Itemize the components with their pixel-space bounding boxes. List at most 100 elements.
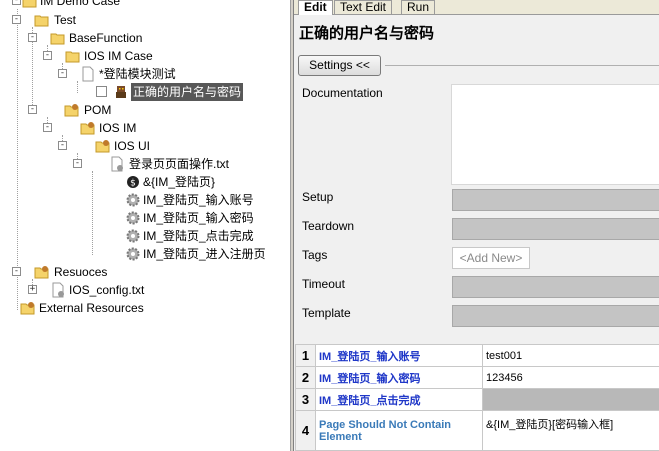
collapse-toggle[interactable]: -	[28, 105, 37, 114]
collapse-toggle[interactable]: -	[12, 15, 21, 24]
argument-cell[interactable]	[482, 388, 659, 411]
tree-item-label: IOS_config.txt	[69, 283, 145, 297]
tree-item-external-resources[interactable]: External Resources	[0, 299, 280, 317]
folder-gear-icon	[95, 140, 110, 153]
setup-field[interactable]	[452, 189, 659, 211]
gear-icon	[126, 229, 140, 243]
table-row: 1 IM_登陆页_输入账号 test001	[295, 344, 659, 367]
argument-cell[interactable]: &{IM_登陆页}[密码输入框]	[482, 410, 659, 451]
tree-item-keyword[interactable]: IM_登陆页_输入账号	[0, 191, 280, 209]
tree-item-label: IOS IM	[99, 121, 137, 135]
teardown-field[interactable]	[452, 218, 659, 240]
add-tag-button[interactable]: <Add New>	[452, 247, 530, 269]
tree-item-label: External Resources	[39, 301, 144, 315]
documentation-label: Documentation	[302, 86, 383, 100]
collapse-toggle[interactable]: -	[43, 51, 52, 60]
tree-item-keyword[interactable]: IM_登陆页_输入密码	[0, 209, 280, 227]
row-number[interactable]: 4	[295, 410, 316, 451]
template-label: Template	[302, 306, 351, 320]
tree-item-label: IM_登陆页_点击完成	[143, 229, 254, 243]
tree-item-login-page-ops[interactable]: - 登录页页面操作.txt	[0, 155, 280, 173]
tree-item-im-demo-case[interactable]: - IM Demo Case	[0, 0, 280, 10]
tree-item-correct-username-password[interactable]: 正确的用户名与密码	[0, 83, 280, 101]
tree-item-label: POM	[84, 103, 112, 117]
tags-label: Tags	[302, 248, 328, 262]
teardown-label: Teardown	[302, 219, 355, 233]
tree-item-label: 登录页页面操作.txt	[129, 157, 230, 171]
keyword-cell[interactable]: IM_登陆页_输入密码	[315, 366, 483, 389]
tree-item-label: &{IM_登陆页}	[143, 175, 216, 189]
template-field[interactable]	[452, 305, 659, 327]
keyword-cell[interactable]: IM_登陆页_输入账号	[315, 344, 483, 367]
row-number[interactable]: 2	[295, 366, 316, 389]
tree-item-login-module-test[interactable]: - *登陆模块测试	[0, 65, 280, 83]
tree-item-ios-config[interactable]: + IOS_config.txt	[0, 281, 280, 299]
tree-item-label: 正确的用户名与密码	[131, 83, 244, 101]
page-title: 正确的用户名与密码	[299, 25, 435, 42]
tree-item-label: Resuoces	[54, 265, 108, 279]
project-tree[interactable]: - IM Demo Case - Test - BaseFunction - I…	[0, 0, 290, 451]
editor-panel: Edit Text Edit Run 正确的用户名与密码 Settings <<…	[293, 0, 659, 451]
tree-item-label: BaseFunction	[69, 31, 143, 45]
settings-toggle-button[interactable]: Settings <<	[298, 55, 381, 76]
folder-gear-icon	[64, 104, 79, 117]
table-row: 4 Page Should Not Contain Element &{IM_登…	[295, 410, 659, 451]
collapse-toggle[interactable]: -	[73, 159, 82, 168]
keyword-cell[interactable]: IM_登陆页_点击完成	[315, 388, 483, 411]
divider	[385, 65, 659, 66]
tree-item-test[interactable]: - Test	[0, 11, 280, 29]
argument-cell[interactable]: test001	[482, 344, 659, 367]
resource-file-icon	[111, 156, 123, 172]
tree-item-label: IM Demo Case	[40, 0, 121, 8]
tree-item-ios-im[interactable]: - IOS IM	[0, 119, 280, 137]
collapse-toggle[interactable]: -	[28, 33, 37, 42]
editor-tabs: Edit Text Edit Run	[294, 0, 659, 15]
tree-item-label: Test	[54, 13, 77, 27]
folder-gear-icon	[80, 122, 95, 135]
tab-run[interactable]: Run	[401, 0, 436, 14]
file-icon	[82, 66, 94, 82]
collapse-toggle[interactable]: -	[43, 123, 52, 132]
tree-item-label: IOS IM Case	[84, 49, 153, 63]
tree-item-label: IM_登陆页_输入密码	[143, 211, 254, 225]
timeout-field[interactable]	[452, 276, 659, 298]
row-number[interactable]: 1	[295, 344, 316, 367]
collapse-toggle[interactable]: -	[58, 69, 67, 78]
tab-text-edit[interactable]: Text Edit	[334, 0, 393, 14]
collapse-toggle[interactable]: -	[12, 267, 21, 276]
tree-item-resuoces[interactable]: - Resuoces	[0, 263, 280, 281]
collapse-toggle[interactable]: -	[12, 0, 21, 5]
tree-item-pom[interactable]: - POM	[0, 101, 280, 119]
table-row: 3 IM_登陆页_点击完成	[295, 388, 659, 411]
tree-item-keyword[interactable]: IM_登陆页_进入注册页	[0, 245, 280, 263]
row-number[interactable]: 3	[295, 388, 316, 411]
expand-toggle[interactable]: +	[28, 285, 37, 294]
resource-file-icon	[52, 282, 64, 298]
timeout-label: Timeout	[302, 277, 345, 291]
tree-item-keyword[interactable]: IM_登陆页_点击完成	[0, 227, 280, 245]
steps-grid: 1 IM_登陆页_输入账号 test001 2 IM_登陆页_输入密码 1234…	[295, 344, 659, 451]
tree-item-label: IM_登陆页_进入注册页	[143, 247, 266, 261]
folder-gear-icon	[34, 266, 49, 279]
tab-edit[interactable]: Edit	[298, 0, 333, 15]
robot-icon	[116, 86, 126, 98]
setup-label: Setup	[302, 190, 334, 204]
gear-icon	[126, 193, 140, 207]
tree-item-ios-ui[interactable]: - IOS UI	[0, 137, 280, 155]
folder-open-icon	[65, 51, 80, 63]
tree-item-basefunction[interactable]: - BaseFunction	[0, 29, 280, 47]
gear-icon	[126, 211, 140, 225]
collapse-toggle[interactable]: -	[58, 141, 67, 150]
table-row: 2 IM_登陆页_输入密码 123456	[295, 366, 659, 389]
argument-cell[interactable]: 123456	[482, 366, 659, 389]
gear-icon	[126, 247, 140, 261]
keyword-cell[interactable]: Page Should Not Contain Element	[315, 410, 483, 451]
folder-open-icon	[50, 33, 65, 45]
documentation-field[interactable]	[451, 84, 659, 185]
tree-item-ios-im-case[interactable]: - IOS IM Case	[0, 47, 280, 65]
tree-item-label: IM_登陆页_输入账号	[143, 193, 254, 207]
tree-item-variable[interactable]: $ &{IM_登陆页}	[0, 173, 280, 191]
folder-gear-icon	[20, 302, 35, 315]
tree-item-label: *登陆模块测试	[99, 67, 176, 81]
test-checkbox[interactable]	[96, 86, 107, 97]
